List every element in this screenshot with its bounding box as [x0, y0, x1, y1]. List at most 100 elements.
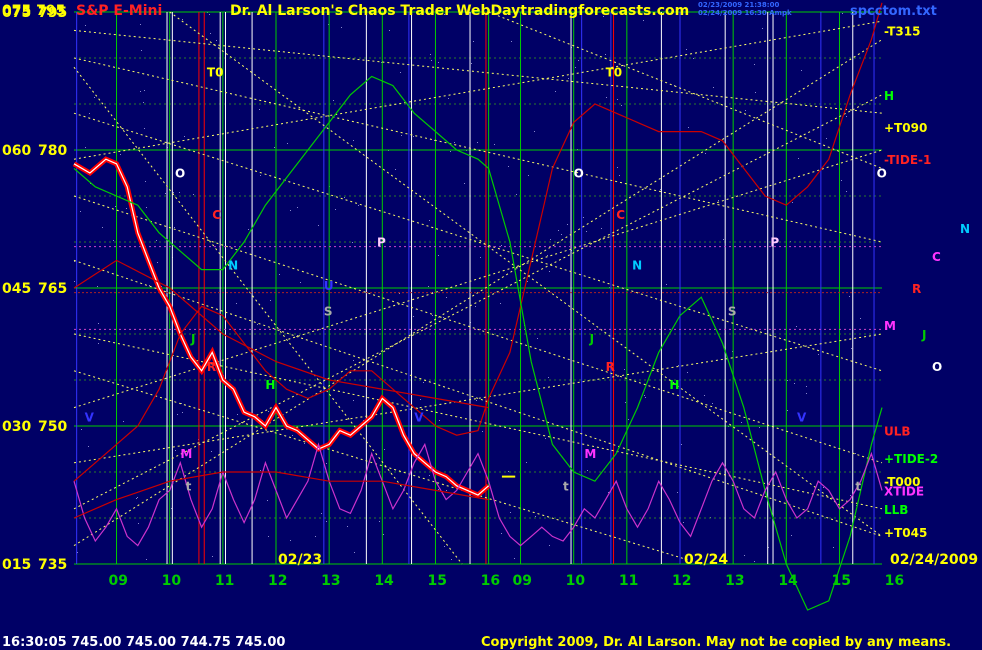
chart-title: Dr. Al Larson's Chaos Trader WebDaytradi…: [230, 3, 689, 19]
star-dot: [759, 427, 760, 428]
planet-label-day1: P: [377, 236, 386, 250]
x-axis-hour-label: 11: [619, 573, 638, 589]
star-dot: [144, 128, 145, 129]
star-dot: [287, 143, 288, 144]
y-axis-price-label: 750: [38, 419, 67, 435]
star-dot: [841, 180, 842, 181]
star-dot: [182, 19, 183, 20]
right-axis-label: M: [884, 319, 896, 333]
right-axis-label: -TIDE-1: [884, 153, 931, 167]
star-dot: [534, 131, 535, 132]
star-dot: [399, 293, 400, 294]
star-dot: [527, 281, 528, 282]
star-dot: [567, 224, 568, 225]
star-dot: [137, 497, 138, 498]
planet-label-day1: M: [180, 447, 192, 461]
star-dot: [260, 359, 261, 360]
date-label-day1: 02/23: [278, 552, 322, 568]
star-dot: [89, 113, 90, 114]
x-axis-hour-label: 12: [672, 573, 691, 589]
star-dot: [500, 303, 501, 304]
star-dot: [173, 192, 174, 193]
star-dot: [678, 365, 679, 366]
star-dot: [818, 354, 819, 355]
star-dot: [290, 540, 291, 541]
star-dot: [537, 338, 538, 339]
star-dot: [429, 220, 430, 221]
x-axis-hour-label: 13: [725, 573, 744, 589]
star-dot: [791, 535, 792, 536]
star-dot: [846, 191, 847, 192]
star-dot: [439, 420, 440, 421]
planet-label-day2: J: [589, 332, 594, 346]
star-dot: [583, 217, 584, 218]
star-dot: [140, 91, 141, 92]
star-dot: [102, 227, 103, 228]
star-dot: [353, 400, 354, 401]
outer-planet-label: R: [912, 282, 921, 296]
star-dot: [300, 282, 301, 283]
star-dot: [666, 284, 667, 285]
star-dot: [762, 28, 763, 29]
star-dot: [687, 372, 688, 373]
star-dot: [510, 512, 511, 513]
planet-label-day1: S: [324, 305, 333, 319]
x-axis-hour-label: 13: [321, 573, 340, 589]
star-dot: [575, 67, 576, 68]
outer-planet-label: O: [932, 360, 942, 374]
star-dot: [353, 140, 354, 141]
star-dot: [80, 211, 81, 212]
star-dot: [842, 13, 843, 14]
x-axis-hour-label: 15: [831, 573, 850, 589]
star-dot: [823, 487, 824, 488]
star-dot: [438, 255, 439, 256]
right-axis-label: LLB: [884, 503, 908, 517]
right-axis-label: +T045: [884, 526, 927, 540]
star-dot: [379, 521, 380, 522]
star-dot: [851, 348, 852, 349]
star-dot: [446, 297, 447, 298]
star-dot: [494, 144, 495, 145]
x-axis-hour-label: 14: [374, 573, 394, 589]
star-dot: [617, 167, 618, 168]
star-dot: [550, 239, 551, 240]
star-dot: [212, 556, 213, 557]
star-dot: [98, 323, 99, 324]
planet-label-day2: T0: [606, 65, 623, 79]
star-dot: [123, 421, 124, 422]
star-dot: [681, 444, 682, 445]
star-dot: [480, 257, 481, 258]
star-dot: [333, 100, 334, 101]
planet-label-day1: C: [212, 208, 221, 222]
star-dot: [475, 306, 476, 307]
outer-planet-label: N: [960, 222, 970, 236]
star-dot: [428, 286, 429, 287]
planet-label-day1: V: [85, 410, 95, 424]
star-dot: [621, 105, 622, 106]
star-dot: [401, 135, 402, 136]
last-quote: 16:30:05 745.00 745.00 744.75 745.00: [2, 635, 285, 650]
star-dot: [549, 271, 550, 272]
star-dot: [97, 286, 98, 287]
star-dot: [438, 62, 439, 63]
star-dot: [450, 151, 451, 152]
star-dot: [157, 262, 158, 263]
star-dot: [501, 533, 502, 534]
star-dot: [270, 300, 271, 301]
star-dot: [806, 393, 807, 394]
star-dot: [175, 450, 176, 451]
star-dot: [644, 395, 645, 396]
star-dot: [619, 175, 620, 176]
star-dot: [508, 166, 509, 167]
star-dot: [693, 58, 694, 59]
planet-label-day1: V: [414, 410, 424, 424]
star-dot: [347, 526, 348, 527]
star-dot: [860, 318, 861, 319]
right-axis-label: H: [884, 89, 894, 103]
star-dot: [297, 207, 298, 208]
star-dot: [545, 438, 546, 439]
star-dot: [787, 410, 788, 411]
x-axis-hour-label: 10: [566, 573, 586, 589]
star-dot: [454, 142, 455, 143]
planet-label-day2: R: [606, 360, 615, 374]
